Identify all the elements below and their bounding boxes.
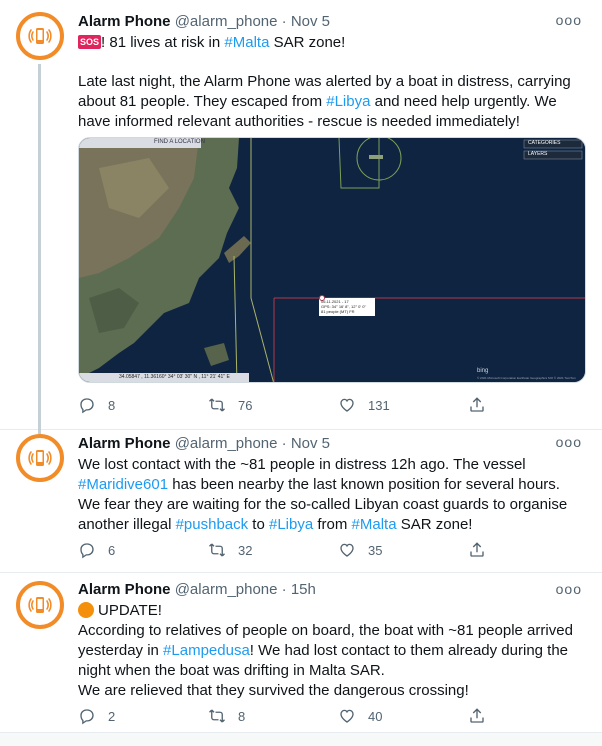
sos-emoji-icon: SOS — [78, 35, 102, 49]
tweet-header: Alarm Phone @alarm_phone · Nov 5 — [78, 13, 330, 30]
like-count: 35 — [368, 542, 383, 558]
retweet-icon — [208, 541, 226, 559]
text-segment: We lost contact with the ~81 people in d… — [78, 456, 526, 473]
reply-button[interactable]: 8 — [78, 395, 208, 415]
map-search-label[interactable]: FIND A LOCATION — [154, 139, 205, 145]
reply-count: 2 — [108, 708, 116, 724]
text-segment: to — [248, 516, 269, 533]
tweet-text: We lost contact with the ~81 people in d… — [78, 455, 578, 535]
hashtag-link[interactable]: #Malta — [352, 516, 397, 533]
retweet-button[interactable]: 8 — [208, 706, 338, 726]
timeline-footer — [0, 733, 602, 746]
separator-dot: · — [281, 581, 287, 598]
popup-line: 81 people (MT) FR — [321, 309, 355, 314]
reply-button[interactable]: 2 — [78, 706, 208, 726]
tweet-1[interactable]: Alarm Phone @alarm_phone · Nov 5 ooo SOS… — [0, 0, 602, 434]
user-handle[interactable]: @alarm_phone — [175, 13, 278, 30]
thread-line — [38, 64, 41, 434]
reply-icon — [78, 541, 96, 559]
like-button[interactable]: 40 — [338, 706, 468, 726]
share-icon — [468, 707, 486, 725]
like-button[interactable]: 131 — [338, 395, 468, 415]
tweet-timestamp[interactable]: Nov 5 — [291, 13, 330, 30]
boat-position-popup[interactable]: 06.11.2021 - 17 GPS: 34° 16' 8", 12° 0' … — [321, 299, 375, 314]
tweet-3[interactable]: Alarm Phone @alarm_phone · 15h ooo UPDAT… — [0, 573, 602, 733]
tweet-header: Alarm Phone @alarm_phone · Nov 5 — [78, 435, 330, 452]
retweet-count: 32 — [238, 542, 253, 558]
retweet-icon — [208, 707, 226, 725]
tweet-timestamp[interactable]: 15h — [291, 581, 316, 598]
heart-icon — [338, 707, 356, 725]
like-button[interactable]: 35 — [338, 540, 468, 560]
layers-dropdown[interactable]: LAYERS — [528, 151, 547, 157]
tweet-actions: 8 76 131 — [78, 395, 508, 415]
hashtag-link[interactable]: #pushback — [176, 516, 249, 533]
text-segment: We are relieved that they survived the d… — [78, 682, 469, 699]
map-graphic — [79, 138, 585, 382]
alarm-phone-logo-icon — [28, 593, 52, 617]
categories-dropdown[interactable]: CATEGORIES — [528, 140, 560, 146]
tweet-timestamp[interactable]: Nov 5 — [291, 435, 330, 452]
share-button[interactable] — [468, 706, 508, 726]
alarm-phone-logo-icon — [28, 446, 52, 470]
more-options-icon[interactable]: ooo — [556, 12, 582, 28]
alarm-phone-logo-icon — [28, 24, 52, 48]
bing-logo: bing — [477, 368, 489, 374]
reply-count: 8 — [108, 397, 116, 413]
separator-dot: · — [281, 435, 287, 452]
share-icon — [468, 541, 486, 559]
text-segment: ! 81 lives at risk in — [101, 34, 225, 51]
hashtag-link[interactable]: #Malta — [224, 34, 269, 51]
orange-circle-emoji-icon — [78, 602, 94, 618]
text-segment: SAR zone! — [396, 516, 473, 533]
reply-count: 6 — [108, 542, 116, 558]
heart-icon — [338, 541, 356, 559]
reply-icon — [78, 396, 96, 414]
tweet-actions: 2 8 40 — [78, 706, 508, 726]
text-segment: UPDATE! — [98, 602, 162, 619]
hashtag-link[interactable]: #Libya — [269, 516, 313, 533]
reply-button[interactable]: 6 — [78, 540, 208, 560]
user-handle[interactable]: @alarm_phone — [175, 435, 278, 452]
heart-icon — [338, 396, 356, 414]
map-image[interactable]: FIND A LOCATION CATEGORIES LAYERS 06.11.… — [78, 137, 586, 383]
hashtag-link[interactable]: #Libya — [326, 93, 370, 110]
retweet-count: 8 — [238, 708, 246, 724]
retweet-button[interactable]: 32 — [208, 540, 338, 560]
text-segment: SAR zone! — [269, 34, 346, 51]
reply-icon — [78, 707, 96, 725]
tweet-header: Alarm Phone @alarm_phone · 15h — [78, 581, 316, 598]
retweet-count: 76 — [238, 397, 253, 413]
retweet-icon — [208, 396, 226, 414]
hashtag-link[interactable]: #Lampedusa — [163, 642, 250, 659]
avatar[interactable] — [16, 581, 64, 629]
display-name[interactable]: Alarm Phone — [78, 435, 171, 452]
share-icon — [468, 396, 486, 414]
display-name[interactable]: Alarm Phone — [78, 581, 171, 598]
map-copyright: © 2021 Microsoft Corporation Earthstar G… — [477, 376, 576, 380]
avatar[interactable] — [16, 12, 64, 60]
like-count: 131 — [368, 397, 390, 413]
display-name[interactable]: Alarm Phone — [78, 13, 171, 30]
like-count: 40 — [368, 708, 383, 724]
tweet-text: UPDATE! According to relatives of people… — [78, 601, 578, 701]
user-handle[interactable]: @alarm_phone — [175, 581, 278, 598]
separator-dot: · — [281, 13, 287, 30]
tweet-2[interactable]: Alarm Phone @alarm_phone · Nov 5 ooo We … — [0, 430, 602, 573]
hashtag-link[interactable]: #Maridive601 — [78, 476, 168, 493]
tweet-actions: 6 32 35 — [78, 540, 508, 560]
tweet-text-paragraph: Late last night, the Alarm Phone was ale… — [78, 72, 578, 132]
more-options-icon[interactable]: ooo — [556, 434, 582, 450]
tweet-text: SOS! 81 lives at risk in #Malta SAR zone… — [78, 33, 578, 53]
share-button[interactable] — [468, 540, 508, 560]
share-button[interactable] — [468, 395, 508, 415]
avatar[interactable] — [16, 434, 64, 482]
retweet-button[interactable]: 76 — [208, 395, 338, 415]
coordinates-readout: 34.05847 , 11.36160° 34° 03' 30" N , 11°… — [119, 374, 230, 380]
text-segment: from — [313, 516, 352, 533]
more-options-icon[interactable]: ooo — [556, 581, 582, 597]
